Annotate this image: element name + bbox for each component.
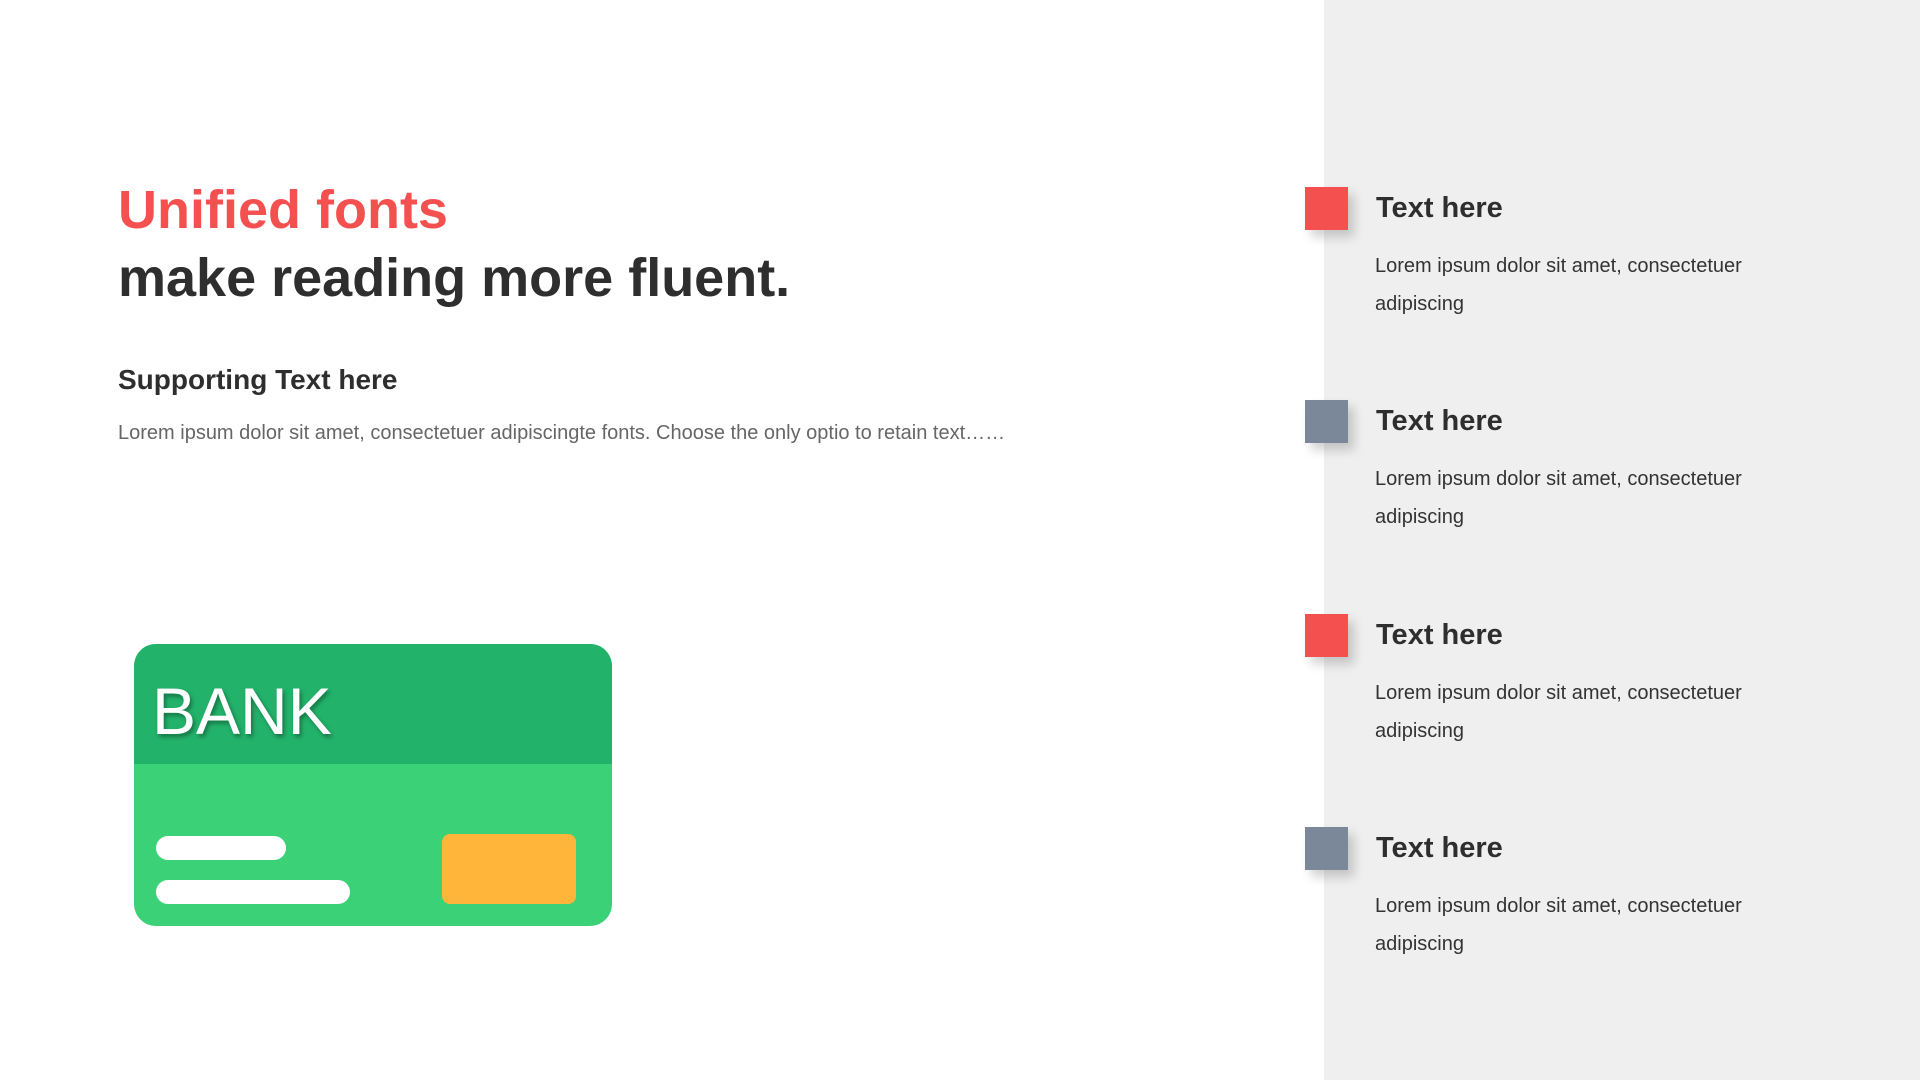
- supporting-heading: Supporting Text here: [118, 364, 398, 395]
- list-item-body: Lorem ipsum dolor sit amet, consectetuer…: [1375, 682, 1742, 742]
- title-main: make reading more fluent.: [118, 248, 791, 308]
- list-item-title: Text here: [1376, 832, 1503, 864]
- square-marker-icon: [1305, 400, 1348, 443]
- bank-card-illustration: BANK: [134, 644, 612, 926]
- list-item-title: Text here: [1376, 405, 1503, 437]
- list-item-title: Text here: [1376, 619, 1503, 651]
- list-item: Text here Lorem ipsum dolor sit amet, co…: [1305, 827, 1885, 987]
- list-item: Text here Lorem ipsum dolor sit amet, co…: [1305, 614, 1885, 774]
- square-marker-icon: [1305, 614, 1348, 657]
- supporting-body: Lorem ipsum dolor sit amet, consectetuer…: [118, 422, 1006, 444]
- list-item-body: Lorem ipsum dolor sit amet, consectetuer…: [1375, 468, 1742, 528]
- card-bank-label: BANK: [152, 674, 332, 748]
- list-item-body: Lorem ipsum dolor sit amet, consectetuer…: [1375, 255, 1742, 315]
- card-line-short: [156, 836, 286, 860]
- list-item: Text here Lorem ipsum dolor sit amet, co…: [1305, 400, 1885, 560]
- list-item: Text here Lorem ipsum dolor sit amet, co…: [1305, 187, 1885, 347]
- title-accent: Unified fonts: [118, 180, 448, 240]
- list-item-body: Lorem ipsum dolor sit amet, consectetuer…: [1375, 895, 1742, 955]
- card-line-long: [156, 880, 350, 904]
- square-marker-icon: [1305, 187, 1348, 230]
- square-marker-icon: [1305, 827, 1348, 870]
- list-item-title: Text here: [1376, 192, 1503, 224]
- card-chip: [442, 834, 576, 904]
